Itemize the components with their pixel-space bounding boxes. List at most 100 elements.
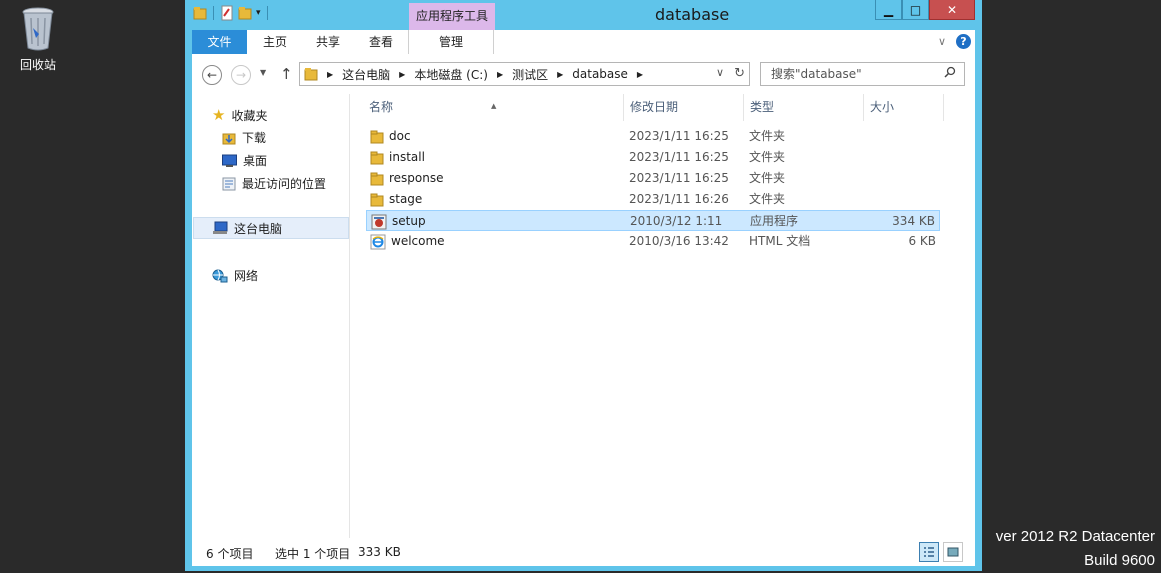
chevron-right-icon[interactable]: ▶: [497, 70, 503, 79]
chevron-right-icon[interactable]: ▶: [399, 70, 405, 79]
recycle-bin-label: 回收站: [19, 58, 56, 72]
file-name: welcome: [391, 234, 445, 248]
file-date: 2023/1/11 16:26: [629, 192, 729, 206]
minimize-icon: ▁: [883, 2, 894, 17]
column-header-type[interactable]: 类型: [744, 94, 864, 121]
chevron-right-icon[interactable]: ▶: [637, 70, 643, 79]
table-row[interactable]: doc 2023/1/11 16:25 文件夹: [366, 126, 940, 147]
computer-icon: [213, 221, 228, 234]
maximize-button[interactable]: □: [902, 0, 929, 20]
column-size-label: 大小: [870, 100, 895, 114]
column-name-label: 名称: [369, 100, 394, 114]
tab-manage[interactable]: 管理: [408, 30, 494, 54]
file-size: 334 KB: [892, 214, 935, 228]
back-button[interactable]: ←: [202, 65, 222, 85]
large-icons-view-icon: [947, 547, 959, 557]
column-date-label: 修改日期: [630, 100, 679, 114]
toolbar-separator: [266, 6, 268, 20]
file-type: 文件夹: [749, 129, 786, 143]
arrow-right-icon: →: [235, 68, 247, 82]
quick-access-toolbar: ▾: [193, 5, 270, 21]
folder-icon[interactable]: [193, 6, 207, 20]
large-icons-view-button[interactable]: [943, 542, 963, 562]
file-name: setup: [392, 214, 426, 228]
chevron-right-icon[interactable]: ▶: [327, 70, 333, 79]
network-icon: [212, 269, 228, 282]
status-bar: 6 个项目 选中 1 个项目 333 KB: [192, 538, 975, 566]
file-name: doc: [389, 129, 411, 143]
tab-view[interactable]: 查看: [366, 30, 396, 54]
sort-ascending-icon: ▲: [491, 102, 497, 110]
file-type: HTML 文档: [749, 234, 811, 248]
file-date: 2023/1/11 16:25: [629, 150, 729, 164]
breadcrumb-database[interactable]: database: [572, 67, 628, 81]
table-row[interactable]: welcome 2010/3/16 13:42 HTML 文档 6 KB: [366, 231, 940, 252]
setup-exe-icon: [371, 214, 387, 230]
breadcrumb-local-disk[interactable]: 本地磁盘 (C:): [414, 66, 488, 83]
column-header-date[interactable]: 修改日期: [624, 94, 744, 121]
ribbon-right-controls: ∨ ?: [938, 34, 971, 49]
nav-this-pc[interactable]: 这台电脑: [193, 217, 349, 239]
nav-this-pc-label: 这台电脑: [234, 221, 283, 236]
navigation-bar: ← → ▼ ↑ ▶ 这台电脑 ▶ 本地磁盘 (C:) ▶ 测试区 ▶ datab…: [192, 54, 975, 94]
recent-places-icon: [222, 177, 236, 190]
file-date: 2023/1/11 16:25: [629, 129, 729, 143]
arrow-left-icon: ←: [206, 68, 218, 82]
customize-toolbar-icon[interactable]: ▾: [256, 8, 261, 18]
table-row[interactable]: install 2023/1/11 16:25 文件夹: [366, 147, 940, 168]
new-folder-icon[interactable]: [238, 6, 252, 20]
nav-downloads[interactable]: 下载: [222, 129, 266, 146]
details-view-button[interactable]: [919, 542, 939, 562]
maximize-icon: □: [909, 2, 922, 17]
title-bar[interactable]: ▾ 应用程序工具 database ▁ □ ✕: [185, 0, 982, 30]
column-header-name[interactable]: ▲ 名称: [351, 94, 624, 121]
close-button[interactable]: ✕: [929, 0, 975, 20]
search-icon[interactable]: [944, 63, 956, 85]
address-bar-controls: ∨ ↻: [716, 66, 745, 81]
nav-downloads-label: 下载: [242, 131, 267, 145]
address-bar[interactable]: ▶ 这台电脑 ▶ 本地磁盘 (C:) ▶ 测试区 ▶ database ▶ ∨ …: [299, 62, 750, 86]
status-selected: 选中 1 个项目: [275, 547, 351, 561]
tab-file[interactable]: 文件: [192, 30, 247, 54]
nav-favorites[interactable]: ★ 收藏夹: [212, 106, 267, 124]
window-controls: ▁ □ ✕: [875, 0, 975, 20]
properties-icon[interactable]: [220, 5, 234, 21]
up-arrow-icon[interactable]: ↑: [280, 65, 293, 83]
file-type: 文件夹: [749, 150, 786, 164]
nav-desktop[interactable]: 桌面: [222, 152, 267, 169]
nav-network[interactable]: 网络: [212, 267, 258, 284]
nav-desktop-label: 桌面: [243, 154, 268, 168]
status-item-count: 6 个项目: [206, 547, 254, 561]
file-name-cell: install: [370, 147, 425, 168]
table-row[interactable]: stage 2023/1/11 16:26 文件夹: [366, 189, 940, 210]
breadcrumb-this-pc[interactable]: 这台电脑: [342, 66, 390, 83]
nav-recent-places[interactable]: 最近访问的位置: [222, 175, 326, 192]
breadcrumb-test-area[interactable]: 测试区: [512, 66, 548, 83]
recent-locations-dropdown-icon[interactable]: ▼: [260, 68, 266, 77]
help-icon[interactable]: ?: [956, 34, 971, 49]
nav-favorites-label: 收藏夹: [231, 108, 268, 123]
search-input[interactable]: 搜索"database": [760, 62, 965, 86]
refresh-icon[interactable]: ↻: [734, 66, 745, 81]
tab-home[interactable]: 主页: [260, 30, 290, 54]
desktop-recycle-bin[interactable]: 回收站: [10, 6, 66, 73]
address-history-dropdown-icon[interactable]: ∨: [716, 66, 724, 81]
minimize-button[interactable]: ▁: [875, 0, 902, 20]
file-name-cell: response: [370, 168, 444, 189]
file-type: 文件夹: [749, 171, 786, 185]
file-date: 2023/1/11 16:25: [629, 171, 729, 185]
file-date: 2010/3/12 1:11: [630, 214, 723, 228]
tab-share[interactable]: 共享: [313, 30, 343, 54]
table-row[interactable]: setup 2010/3/12 1:11 应用程序 334 KB: [366, 210, 940, 231]
chevron-right-icon[interactable]: ▶: [557, 70, 563, 79]
chevron-down-icon[interactable]: ∨: [938, 35, 946, 48]
file-type: 文件夹: [749, 192, 786, 206]
toolbar-separator: [213, 6, 214, 20]
column-header-size[interactable]: 大小: [864, 94, 944, 121]
context-tab-app-tools: 应用程序工具: [409, 3, 495, 30]
file-name: response: [389, 171, 444, 185]
desktop-icon: [222, 154, 237, 167]
table-row[interactable]: response 2023/1/11 16:25 文件夹: [366, 168, 940, 189]
forward-button[interactable]: →: [231, 65, 251, 85]
nav-recent-label: 最近访问的位置: [242, 177, 327, 191]
